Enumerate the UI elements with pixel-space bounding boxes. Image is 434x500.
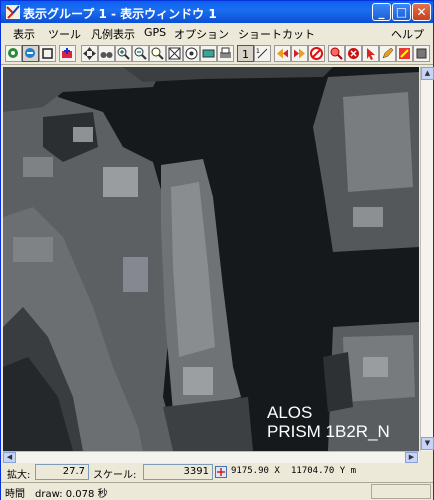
horizontal-scrollbar[interactable]: ◀ ▶ <box>3 451 419 463</box>
menu-options[interactable]: オプション <box>174 26 229 42</box>
scroll-left-icon[interactable]: ◀ <box>3 452 16 463</box>
close-button[interactable]: ✕ <box>412 3 431 21</box>
vertical-scrollbar[interactable]: ▲ ▼ <box>420 67 434 451</box>
measure-icon[interactable] <box>200 45 217 62</box>
find-icon[interactable] <box>328 45 345 62</box>
svg-text:1: 1 <box>256 48 260 55</box>
status-panel <box>371 484 431 499</box>
scroll-down-icon[interactable]: ▼ <box>421 437 434 450</box>
app-icon <box>6 5 20 19</box>
zoom-in-icon[interactable] <box>115 45 132 62</box>
pointer-icon[interactable] <box>362 45 379 62</box>
pencil-icon[interactable] <box>379 45 396 62</box>
zoom-full-icon[interactable] <box>5 45 22 62</box>
svg-text:1: 1 <box>242 48 249 61</box>
watermark-line2: PRISM 1B2R_N <box>267 422 390 441</box>
exit-icon[interactable] <box>413 45 430 62</box>
fit-icon[interactable] <box>39 45 56 62</box>
binoculars-icon[interactable] <box>98 45 115 62</box>
time-label: 時間 <box>5 489 25 500</box>
pan-icon[interactable] <box>81 45 98 62</box>
scale-1-icon[interactable]: 1 <box>237 45 254 62</box>
globe-icon[interactable] <box>183 45 200 62</box>
watermark-line1: ALOS <box>267 403 313 422</box>
menu-tools[interactable]: ツール <box>48 26 81 42</box>
zoom-out-icon[interactable] <box>132 45 149 62</box>
edit-icon[interactable] <box>396 45 413 62</box>
back-icon[interactable] <box>274 45 291 62</box>
status-bar-time: 時間 draw: 0.078 秒 <box>1 482 433 500</box>
scale-field[interactable]: 3391 <box>143 464 213 480</box>
minimize-button[interactable]: _ <box>372 3 391 21</box>
redraw-icon[interactable] <box>22 45 39 62</box>
satellite-image-view[interactable]: ALOS PRISM 1B2R_N <box>3 67 419 451</box>
stop-icon[interactable] <box>308 45 325 62</box>
menu-legend[interactable]: 凡例表示 <box>91 26 135 42</box>
toolbar: 1 1 <box>1 43 433 65</box>
crosshair-icon[interactable] <box>215 466 227 478</box>
forward-icon[interactable] <box>291 45 308 62</box>
zoom-field[interactable]: 27.7 <box>35 464 89 480</box>
menu-help[interactable]: ヘルプ <box>391 26 424 42</box>
coord-x: 9175.90 X <box>231 466 280 476</box>
zoom-box-icon[interactable] <box>149 45 166 62</box>
zoom-extent-icon[interactable] <box>166 45 183 62</box>
menu-view[interactable]: 表示 <box>13 26 35 42</box>
menu-shortcuts[interactable]: ショートカット <box>238 26 315 42</box>
menu-bar: 表示 ツール 凡例表示 GPS オプション ショートカット ヘルプ <box>1 23 433 43</box>
satellite-image <box>3 67 419 451</box>
title-bar[interactable]: 表示グループ 1 - 表示ウィンドウ 1 _ □ ✕ <box>1 1 433 23</box>
image-watermark: ALOS PRISM 1B2R_N <box>267 403 390 441</box>
status-bar-zoom: 拡大: 27.7 スケール: 3391 9175.90 X 11704.70 Y… <box>1 463 433 481</box>
maximize-button[interactable]: □ <box>392 3 411 21</box>
scroll-up-icon[interactable]: ▲ <box>421 67 434 80</box>
scale-ratio-icon[interactable]: 1 <box>254 45 271 62</box>
draw-time: draw: 0.078 秒 <box>35 489 108 500</box>
scale-label: スケール: <box>93 470 137 481</box>
close-circle-icon[interactable] <box>345 45 362 62</box>
add-layer-icon[interactable] <box>59 45 76 62</box>
window-title: 表示グループ 1 - 表示ウィンドウ 1 <box>23 7 217 21</box>
scroll-right-icon[interactable]: ▶ <box>405 452 418 463</box>
zoom-label: 拡大: <box>7 470 31 481</box>
app-window: 表示グループ 1 - 表示ウィンドウ 1 _ □ ✕ 表示 ツール 凡例表示 G… <box>0 0 434 500</box>
menu-gps[interactable]: GPS <box>144 26 166 39</box>
print-icon[interactable] <box>217 45 234 62</box>
coord-y: 11704.70 Y m <box>291 466 357 476</box>
